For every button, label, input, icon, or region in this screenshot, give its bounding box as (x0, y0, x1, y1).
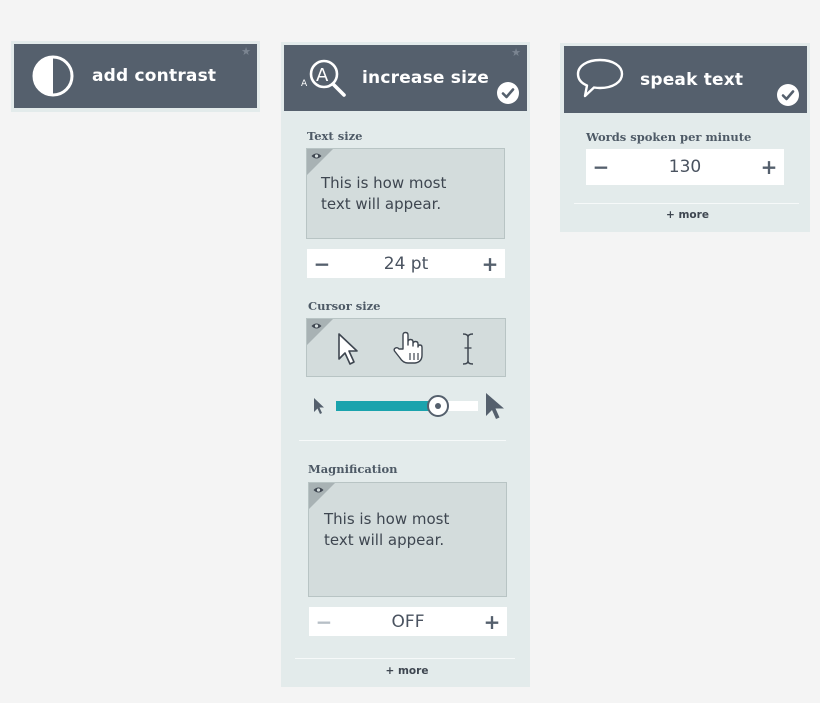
speak-panel: speak text Words spoken per minute − 130… (560, 43, 810, 232)
contrast-icon (32, 55, 74, 97)
check-icon (777, 84, 799, 106)
preview-line: text will appear. (321, 195, 442, 213)
preview-line: This is how most (321, 174, 447, 192)
contrast-header[interactable]: add contrast ★ (14, 44, 257, 108)
text-size-stepper: − 24 pt + (307, 249, 505, 278)
size-more-link[interactable]: + more (281, 665, 533, 677)
text-cursor-icon (462, 333, 474, 365)
wpm-label: Words spoken per minute (586, 130, 752, 144)
wpm-value: 130 (668, 157, 702, 177)
size-title: increase size (362, 68, 489, 88)
preview-line: This is how most (324, 510, 450, 528)
magnify-text-icon: A A (301, 59, 346, 97)
increase-text-size-button[interactable]: + (475, 254, 505, 274)
wpm-stepper: − 130 + (586, 149, 784, 185)
cursor-size-slider[interactable] (336, 401, 478, 411)
arrow-cursor-icon (338, 333, 358, 365)
size-header[interactable]: A A increase size ★ (284, 45, 527, 111)
preview-line: text will appear. (324, 531, 445, 549)
hand-cursor-icon (393, 331, 423, 364)
eye-icon (311, 323, 322, 329)
cursor-size-label: Cursor size (308, 299, 381, 313)
decrease-wpm-button[interactable]: − (586, 157, 616, 177)
magnification-preview: This is how most text will appear. (308, 482, 507, 597)
star-icon[interactable]: ★ (511, 48, 521, 59)
text-size-preview-text: This is how most text will appear. (321, 173, 446, 215)
speech-bubble-icon (576, 58, 624, 98)
contrast-panel: add contrast ★ (11, 41, 260, 112)
increase-magnification-button[interactable]: + (477, 612, 507, 632)
check-icon (497, 82, 519, 104)
decrease-text-size-button[interactable]: − (307, 254, 337, 274)
cursor-size-preview (306, 318, 506, 377)
star-icon[interactable]: ★ (241, 47, 251, 58)
speak-title: speak text (640, 70, 744, 90)
section-divider (299, 440, 506, 441)
speak-more-link[interactable]: + more (560, 209, 815, 221)
magnification-value: OFF (391, 611, 425, 632)
eye-icon (313, 487, 324, 493)
svg-text:A: A (316, 65, 329, 86)
section-divider (574, 203, 799, 204)
text-size-value: 24 pt (383, 253, 429, 274)
slider-fill (336, 401, 438, 411)
contrast-title: add contrast (92, 66, 217, 86)
slider-knob[interactable] (427, 395, 449, 417)
speak-header[interactable]: speak text (564, 46, 807, 113)
decrease-magnification-button[interactable]: − (309, 612, 339, 632)
magnification-label: Magnification (308, 462, 398, 476)
svg-text:A: A (301, 79, 308, 89)
eye-icon (311, 153, 322, 159)
section-divider (295, 658, 515, 659)
magnification-preview-text: This is how most text will appear. (324, 509, 449, 551)
text-size-label: Text size (307, 129, 363, 143)
increase-wpm-button[interactable]: + (754, 157, 784, 177)
large-cursor-icon (486, 393, 504, 419)
magnification-stepper: − OFF + (309, 607, 507, 636)
size-panel: A A increase size ★ Text size This is ho… (281, 42, 530, 687)
text-size-preview: This is how most text will appear. (306, 148, 505, 239)
small-cursor-icon (314, 398, 324, 414)
